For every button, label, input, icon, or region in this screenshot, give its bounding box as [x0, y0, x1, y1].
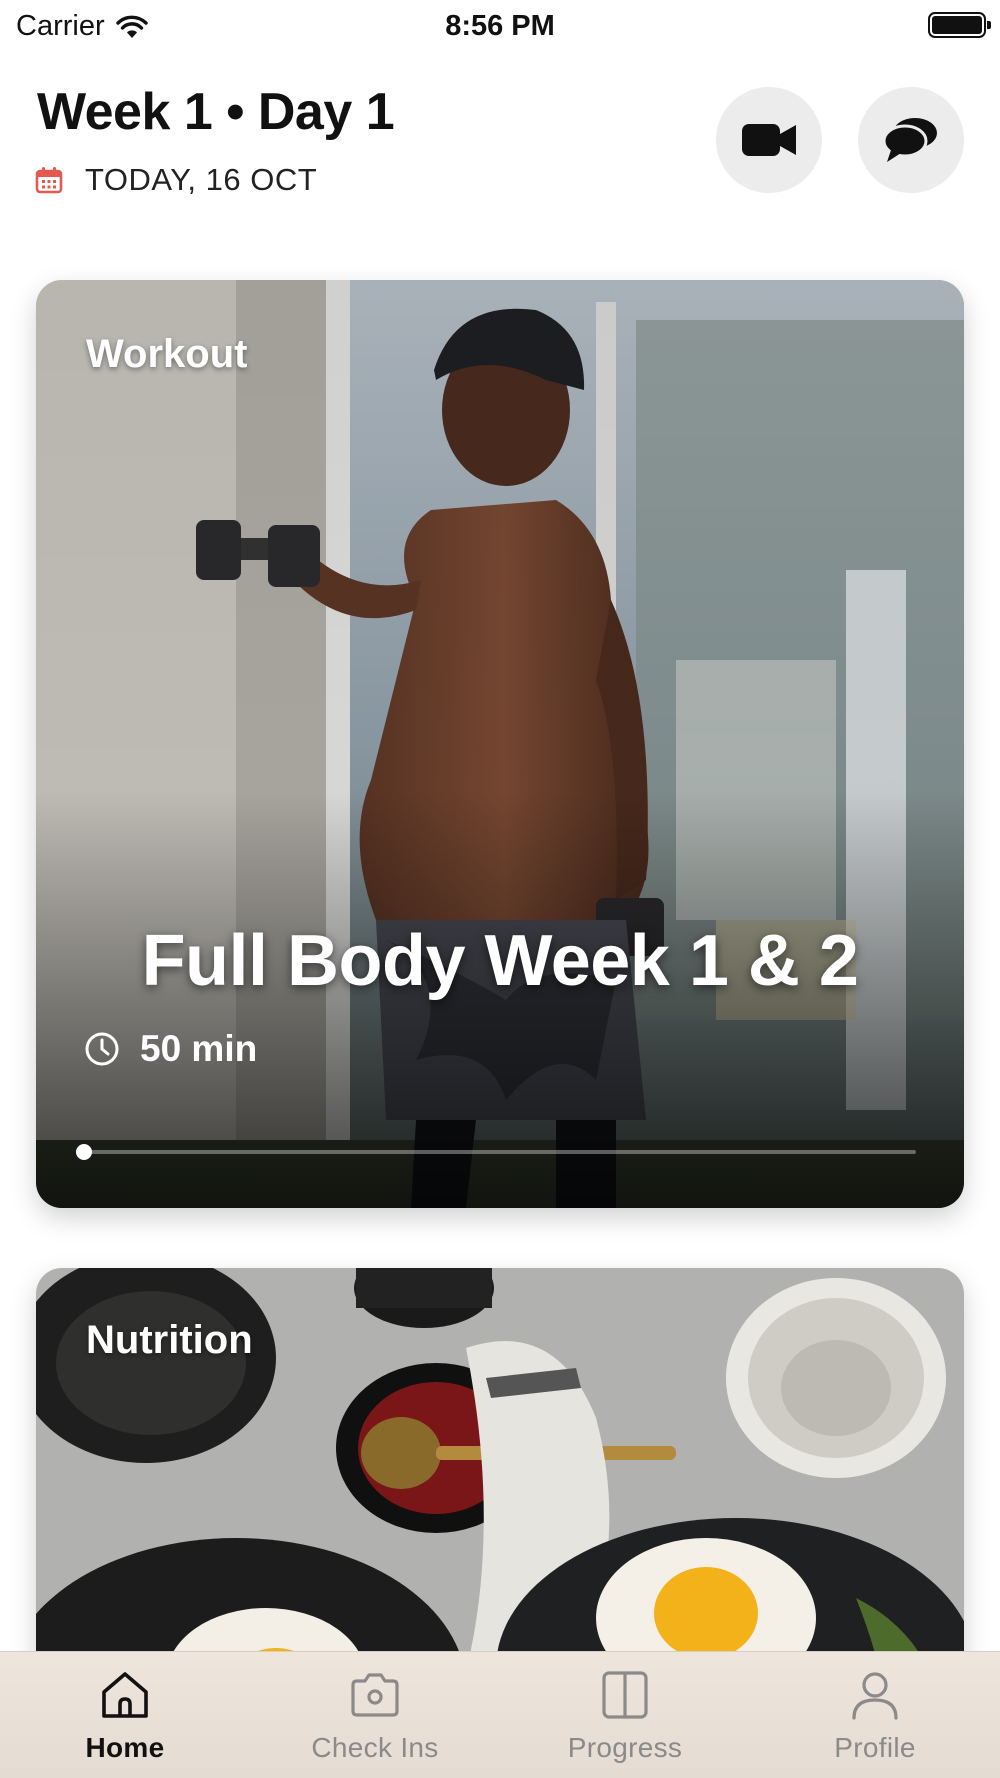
tab-bar: Home Check Ins Progress Profile: [0, 1651, 1000, 1778]
header-date: TODAY, 16 OCT: [35, 162, 317, 198]
duration-label: 50 min: [140, 1028, 258, 1069]
progress-knob: [76, 1144, 92, 1160]
home-screen: Carrier 8:56 PM Week 1 • Day 1 TODAY, 16…: [0, 0, 1000, 1778]
camera-icon: [351, 1673, 399, 1717]
workout-progress-bar: [76, 1144, 916, 1160]
workout-label: Workout: [86, 332, 248, 376]
status-time: 8:56 PM: [445, 10, 555, 42]
header-actions: [716, 87, 964, 193]
workout-title: Full Body Week 1 & 2: [141, 921, 859, 1001]
video-camera-icon: [742, 124, 796, 156]
tab-home[interactable]: Home: [0, 1652, 250, 1778]
header: Week 1 • Day 1 TODAY, 16 OCT: [0, 70, 1000, 220]
chat-bubbles-icon: [882, 118, 937, 162]
tab-check-ins-label: Check Ins: [311, 1732, 439, 1763]
tab-progress[interactable]: Progress: [500, 1652, 750, 1778]
tab-home-label: Home: [85, 1732, 165, 1763]
calendar-icon: [35, 167, 63, 194]
workout-card[interactable]: Workout Full Body Week 1 & 2 50 min: [36, 280, 964, 1208]
tab-check-ins[interactable]: Check Ins: [250, 1652, 500, 1778]
chat-button[interactable]: [858, 87, 964, 193]
page-title: Week 1 • Day 1: [37, 83, 395, 141]
tab-profile-label: Profile: [834, 1732, 916, 1763]
workout-duration: 50 min: [84, 1028, 257, 1070]
tab-profile[interactable]: Profile: [750, 1652, 1000, 1778]
date-label: TODAY, 16 OCT: [85, 162, 318, 197]
battery-icon: [928, 12, 991, 38]
tab-progress-label: Progress: [567, 1732, 683, 1763]
status-bar: Carrier 8:56 PM: [0, 0, 1000, 52]
clock-icon: [85, 1032, 119, 1066]
nutrition-card[interactable]: Nutrition: [36, 1268, 964, 1708]
home-icon: [102, 1672, 148, 1718]
person-icon: [852, 1672, 898, 1720]
nutrition-label: Nutrition: [86, 1318, 253, 1362]
video-call-button[interactable]: [716, 87, 822, 193]
split-panel-icon: [602, 1671, 648, 1719]
